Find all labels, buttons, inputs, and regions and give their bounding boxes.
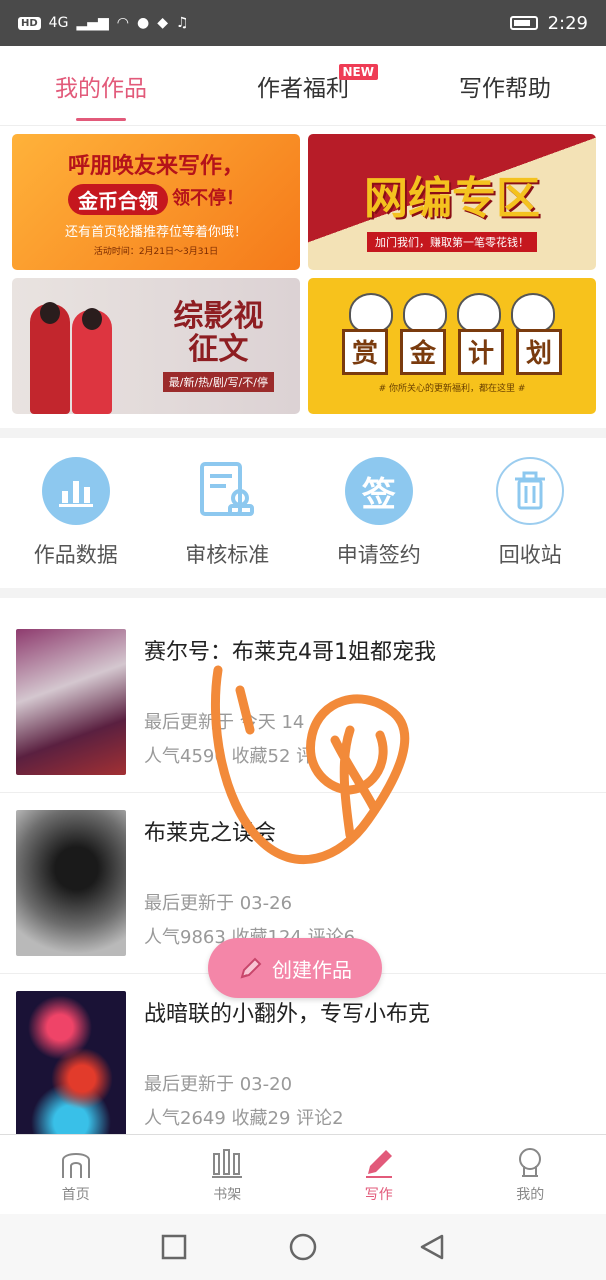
clock: 2:29 <box>547 12 588 34</box>
book-cover <box>16 991 126 1137</box>
hd-indicator: HD <box>18 16 41 30</box>
work-updated: 最后更新于 03-20 <box>144 1074 293 1095</box>
wechat-icon: ● <box>136 15 150 31</box>
banner-word: 划 <box>516 328 562 375</box>
network-4g-indicator: 4G <box>48 15 69 31</box>
nav-write[interactable]: 写作 <box>303 1135 455 1214</box>
shortcut-label: 作品数据 <box>33 543 118 567</box>
work-stats: 人气2649 收藏29 评论2 <box>144 1108 344 1129</box>
work-updated: 最后更新于 今天 14 <box>144 712 305 733</box>
shortcut-label: 申请签约 <box>336 543 421 567</box>
app-notification-icon: ◆ <box>157 15 168 31</box>
bottom-nav: 首页 书架 写作 我的 <box>0 1134 606 1214</box>
banner-characters-image <box>30 292 120 414</box>
wifi-icon: ◠ <box>116 15 129 31</box>
works-list: 赛尔号：布莱克4哥1姐都宠我 最后更新于 今天 14 人气4596 收藏52 评… <box>0 612 606 1155</box>
nav-label: 我的 <box>516 1186 545 1203</box>
status-bar: HD 4G ▂▄▆ ◠ ● ◆ ♫ 2:29 <box>0 0 606 46</box>
banner-title: 网编专区 <box>364 173 540 224</box>
list-item[interactable]: 赛尔号：布莱克4哥1姐都宠我 最后更新于 今天 14 人气4596 收藏52 评 <box>0 612 606 793</box>
tab-label: 写作帮助 <box>459 75 551 102</box>
home-icon <box>61 1152 90 1178</box>
tab-label: 我的作品 <box>55 75 147 102</box>
recent-apps-icon[interactable] <box>160 1233 188 1261</box>
book-cover <box>16 810 126 956</box>
new-badge: NEW <box>338 64 378 80</box>
nav-label: 首页 <box>61 1186 90 1203</box>
nav-bookshelf[interactable]: 书架 <box>152 1135 304 1214</box>
shortcut-label: 审核标准 <box>185 543 270 567</box>
bar-chart-icon <box>41 457 110 525</box>
banner-dates: 活动时间：2月21日～3月31日 <box>93 246 219 257</box>
top-tabs: 我的作品 作者福利 NEW 写作帮助 <box>0 46 606 126</box>
banner-headline: 呼朋唤友来写作， <box>67 153 244 179</box>
home-circle-icon[interactable] <box>288 1232 318 1262</box>
music-icon: ♫ <box>175 15 189 31</box>
create-work-button[interactable]: 创建作品 <box>208 938 382 998</box>
section-divider <box>0 588 606 598</box>
banner-word: 赏 <box>342 328 388 375</box>
shortcut-review-standard[interactable]: 审核标准 <box>152 440 304 586</box>
shortcut-work-data[interactable]: 作品数据 <box>0 440 152 586</box>
banner-subtitle: # 你所关心的更新福利，都在这里 # <box>378 383 526 394</box>
review-doc-icon <box>193 457 261 525</box>
nav-label: 写作 <box>364 1186 393 1203</box>
fab-label: 创建作品 <box>272 957 352 982</box>
tab-my-works[interactable]: 我的作品 <box>0 46 202 125</box>
pencil-icon <box>240 957 262 979</box>
banner-tv-contest[interactable]: 综影视 征文 最/新/热/剧/写/不/停 <box>12 278 300 414</box>
sign-icon: 签 <box>344 457 413 525</box>
nav-home[interactable]: 首页 <box>0 1135 152 1214</box>
tab-writing-help[interactable]: 写作帮助 <box>404 46 606 125</box>
signal-icon: ▂▄▆ <box>76 15 109 31</box>
banner-subtitle: 加门我们，赚取第一笔零花钱！ <box>367 232 537 252</box>
banner-subline: 还有首页轮播推荐位等着你哦！ <box>64 224 247 240</box>
work-title: 战暗联的小翻外，专写小布克 <box>144 1002 431 1027</box>
shortcut-row: 作品数据 审核标准 签 申请签约 回收站 <box>0 440 606 586</box>
banner-highlight-tail: 领不停！ <box>172 188 244 209</box>
banner-highlight: 金币合领 <box>68 183 168 215</box>
work-title: 布莱克之误会 <box>144 821 277 846</box>
pen-icon <box>365 1149 392 1178</box>
tab-author-benefits[interactable]: 作者福利 NEW <box>202 46 404 125</box>
shortcut-label: 回收站 <box>498 543 562 567</box>
banner-word: 金 <box>400 328 446 375</box>
back-icon[interactable] <box>418 1233 446 1261</box>
trash-icon <box>496 457 565 525</box>
shortcut-recycle-bin[interactable]: 回收站 <box>455 440 606 586</box>
nav-mine[interactable]: 我的 <box>455 1135 606 1214</box>
profile-icon <box>519 1147 542 1177</box>
list-item[interactable]: 战暗联的小翻外，专写小布克 最后更新于 03-20 人气2649 收藏29 评论… <box>0 974 606 1155</box>
shortcut-apply-sign[interactable]: 签 申请签约 <box>303 440 455 586</box>
banner-editor-zone[interactable]: 网编专区 加门我们，赚取第一笔零花钱！ <box>308 134 596 270</box>
tab-label: 作者福利 <box>257 75 349 102</box>
banner-grid: 呼朋唤友来写作， 金币合领 领不停！ 还有首页轮播推荐位等着你哦！ 活动时间：2… <box>12 134 596 414</box>
book-cover <box>16 629 126 775</box>
banner-title: 综影视 <box>173 299 264 334</box>
work-stats: 人气4596 收藏52 评 <box>144 746 315 767</box>
nav-label: 书架 <box>213 1186 242 1203</box>
banner-title-2: 征文 <box>188 332 249 367</box>
banner-bounty-plan[interactable]: 赏 金 计 划 # 你所关心的更新福利，都在这里 # <box>308 278 596 414</box>
banner-subtitle: 最/新/热/剧/写/不/停 <box>162 372 274 392</box>
banner-word: 计 <box>458 328 504 375</box>
banner-invite-friends[interactable]: 呼朋唤友来写作， 金币合领 领不停！ 还有首页轮播推荐位等着你哦！ 活动时间：2… <box>12 134 300 270</box>
section-divider <box>0 428 606 438</box>
cats-illustration <box>349 292 555 333</box>
work-title: 赛尔号：布莱克4哥1姐都宠我 <box>144 640 436 665</box>
system-nav-bar <box>0 1214 606 1280</box>
work-updated: 最后更新于 03-26 <box>144 893 293 914</box>
bookshelf-icon <box>212 1148 243 1178</box>
battery-icon <box>509 16 538 30</box>
